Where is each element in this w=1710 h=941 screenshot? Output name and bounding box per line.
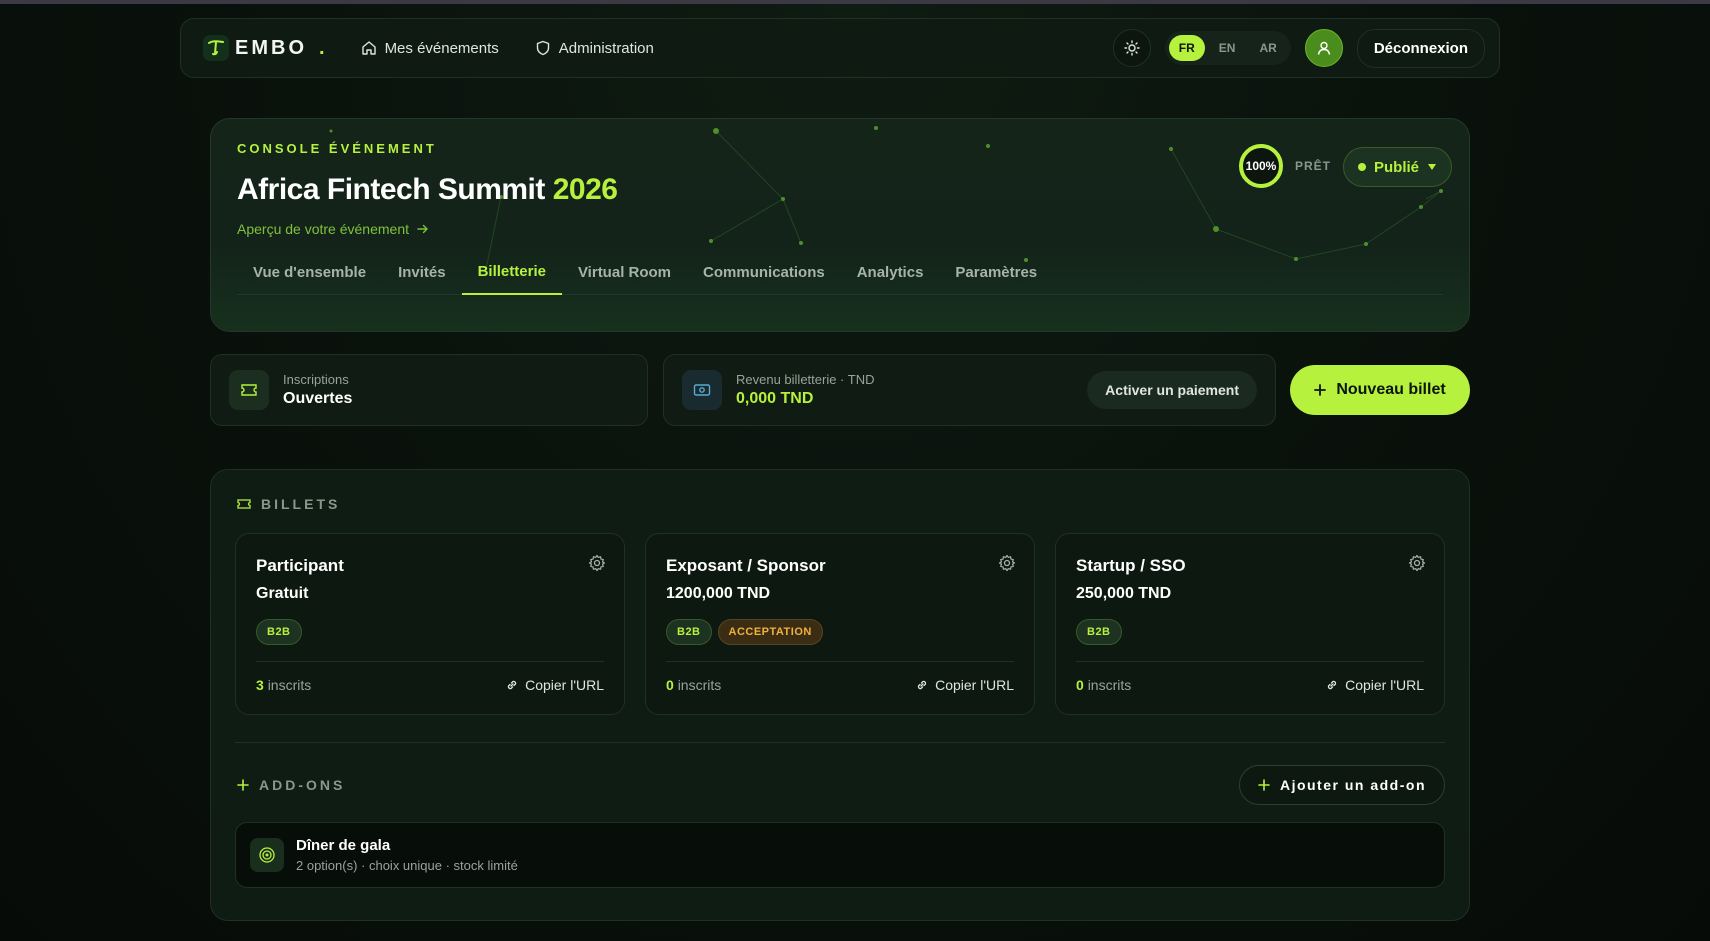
ticket-registrations: 0 inscrits [1076,677,1132,693]
nav-link-administration[interactable]: Administration [535,40,654,57]
ticket-card: Participant Gratuit B2B 3 inscrits Copie… [235,533,625,715]
tab-communications[interactable]: Communications [687,249,841,295]
ticket-card: Startup / SSO 250,000 TND B2B 0 inscrits… [1055,533,1445,715]
link-icon [507,680,517,690]
badge-b2b: B2B [1076,619,1122,645]
event-tabs: Vue d'ensemble Invités Billetterie Virtu… [237,249,1443,295]
tickets-section-header: BILLETS [237,496,340,512]
ticket-price: 1200,000 TND [666,585,771,602]
section-divider [235,742,1445,743]
gear-icon[interactable] [588,554,606,572]
nav-link-my-events[interactable]: Mes événements [361,40,499,57]
gear-icon[interactable] [998,554,1016,572]
ticket-price: 250,000 TND [1076,585,1172,602]
event-console-header: CONSOLE ÉVÉNEMENT Africa Fintech Summit … [210,118,1470,332]
theme-toggle-button[interactable] [1112,29,1151,67]
tab-virtual-room[interactable]: Virtual Room [562,249,687,295]
tab-overview[interactable]: Vue d'ensemble [237,249,382,295]
ticket-name: Startup / SSO [1076,556,1186,575]
ticket-icon [229,370,269,410]
logo-dot: . [319,36,325,59]
publish-status-label: Publié [1374,158,1420,176]
copy-url-button[interactable]: Copier l'URL [505,677,604,693]
tickets-section-title: BILLETS [261,496,341,512]
tab-analytics[interactable]: Analytics [841,249,940,295]
console-eyebrow: CONSOLE ÉVÉNEMENT [237,141,437,156]
target-icon [250,838,284,872]
tickets-panel: BILLETS Participant Gratuit B2B 3 inscri… [210,469,1470,921]
top-navbar: EMBO . Mes événements Administration FR … [180,18,1500,78]
window-top-bar [0,0,1710,4]
ticket-price: Gratuit [256,585,309,602]
copy-url-button[interactable]: Copier l'URL [1325,677,1424,693]
shield-icon [536,40,549,56]
addons-section-title: ADD-ONS [259,777,346,793]
registrations-label: Inscriptions [283,372,349,387]
home-icon [361,41,376,55]
event-year: 2026 [552,173,618,206]
lang-en-button[interactable]: EN [1209,35,1246,61]
plus-icon [1314,384,1327,396]
registrations-stat-card: Inscriptions Ouvertes [210,354,648,426]
page-title: Africa Fintech Summit 2026 [237,173,618,207]
lang-fr-button[interactable]: FR [1168,35,1205,61]
logo[interactable]: EMBO . [203,35,325,61]
ticket-icon [237,499,251,509]
badge-b2b: B2B [256,619,302,645]
tab-settings[interactable]: Paramètres [939,249,1053,295]
caret-down-icon [1428,164,1437,170]
new-ticket-label: Nouveau billet [1336,381,1446,398]
add-addon-button[interactable]: Ajouter un add-on [1238,765,1445,805]
language-switcher: FR EN AR [1164,31,1291,65]
logo-text: EMBO [235,36,307,59]
add-addon-label: Ajouter un add-on [1279,777,1426,793]
new-ticket-button[interactable]: Nouveau billet [1290,365,1470,415]
link-icon [917,680,927,690]
ticket-registrations: 3 inscrits [256,677,312,693]
logo-icon [203,35,229,61]
event-preview-link[interactable]: Aperçu de votre événement [237,221,429,237]
badge-b2b: B2B [666,619,712,645]
registrations-value: Ouvertes [283,390,353,407]
nav-link-label: Mes événements [384,39,499,57]
arrow-right-icon [417,224,428,234]
revenue-label: Revenu billetterie · TND [736,372,875,387]
user-icon [1317,41,1331,55]
addon-item[interactable]: Dîner de gala 2 option(s) · choix unique… [235,822,1445,888]
ticket-registrations: 0 inscrits [666,677,722,693]
plus-icon [237,779,249,791]
plus-icon [1258,779,1270,791]
publish-status-dropdown[interactable]: Publié [1343,147,1453,187]
revenue-value: 0,000 TND [736,390,814,407]
lang-ar-button[interactable]: AR [1249,35,1286,61]
tab-ticketing[interactable]: Billetterie [461,249,562,295]
addon-title: Dîner de gala [296,837,391,854]
tab-guests[interactable]: Invités [382,249,462,295]
copy-url-button[interactable]: Copier l'URL [915,677,1014,693]
link-icon [1327,680,1337,690]
avatar[interactable] [1304,29,1343,67]
cash-icon [682,370,722,410]
sun-icon [1124,40,1140,56]
status-dot-icon [1358,163,1366,171]
revenue-stat-card: Revenu billetterie · TND 0,000 TND Activ… [663,354,1276,426]
gear-icon[interactable] [1408,554,1426,572]
preview-link-label: Aperçu de votre événement [237,221,409,237]
badge-acceptance: ACCEPTATION [717,619,823,645]
nav-link-label: Administration [558,39,654,57]
readiness-status-label: PRÊT [1295,159,1332,173]
ticket-name: Exposant / Sponsor [666,556,826,575]
logout-button[interactable]: Déconnexion [1356,28,1485,68]
addons-section-header: ADD-ONS [237,777,345,793]
addon-subtitle: 2 option(s) · choix unique · stock limit… [296,858,518,873]
readiness-percent: 100% [1245,159,1277,173]
activate-payment-button[interactable]: Activer un paiement [1087,371,1257,409]
ticket-card: Exposant / Sponsor 1200,000 TND B2B ACCE… [645,533,1035,715]
event-title: Africa Fintech Summit [237,173,545,206]
ticket-name: Participant [256,556,344,575]
